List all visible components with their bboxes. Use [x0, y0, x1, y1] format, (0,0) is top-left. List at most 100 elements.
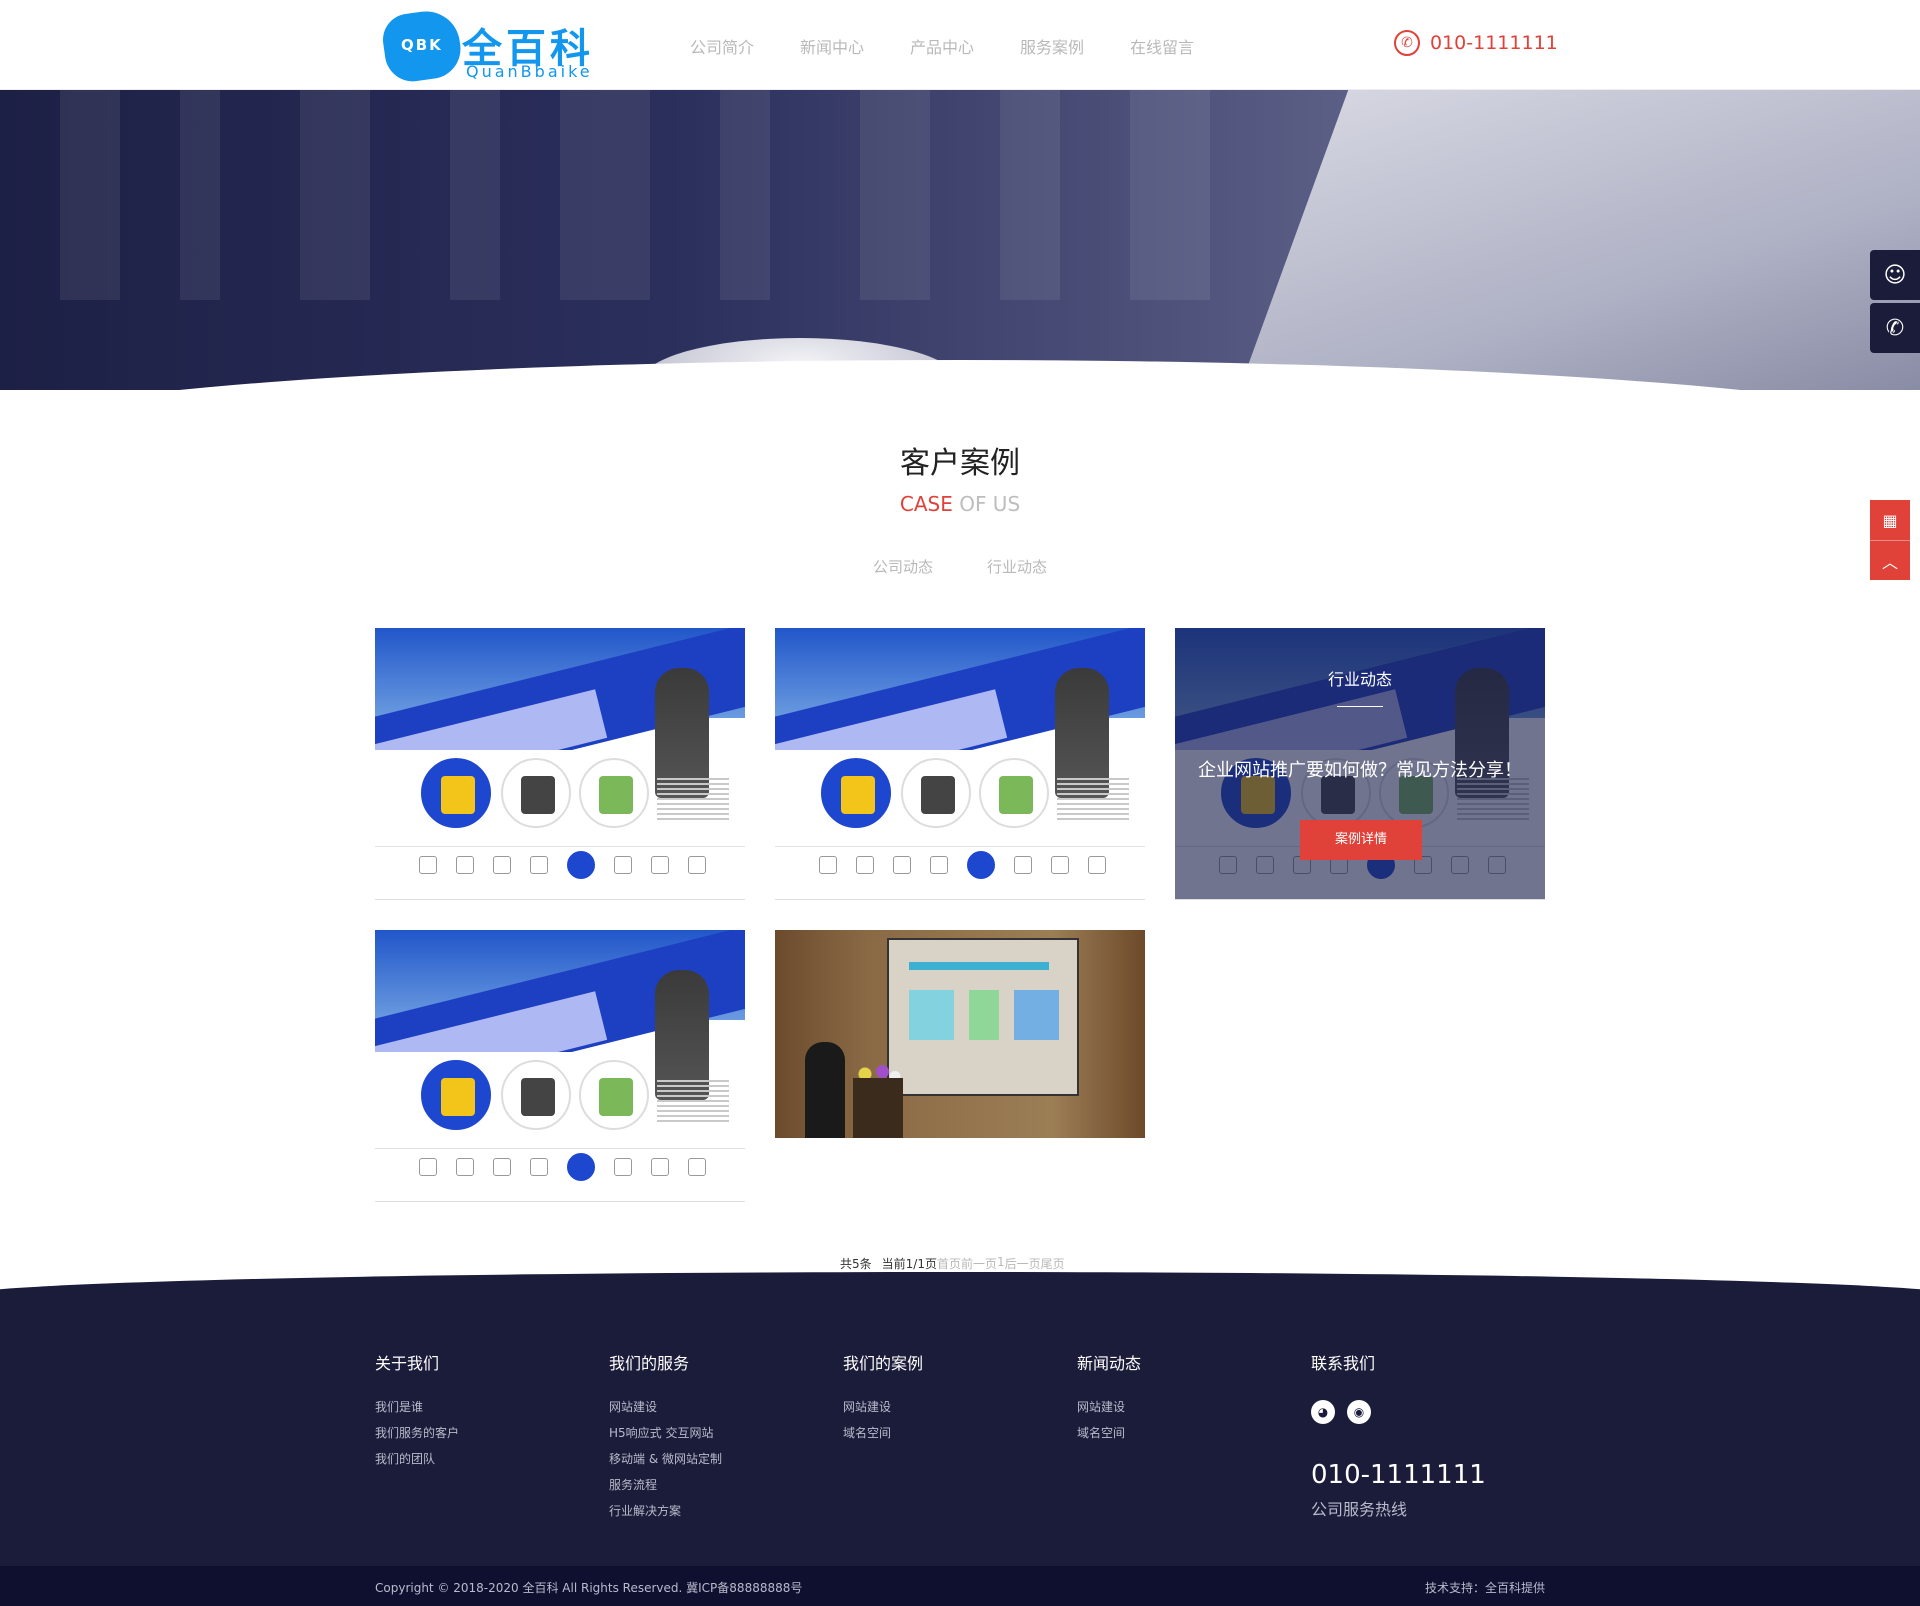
thumb-shape [614, 856, 632, 874]
phone-icon: ✆ [1394, 30, 1420, 56]
thumb-shape [375, 846, 745, 847]
section-title: 客户案例 [900, 446, 1020, 481]
footer-link[interactable]: 我们的团队 [375, 1452, 459, 1467]
overlay-divider [1337, 706, 1383, 707]
thumb-shape [421, 1060, 491, 1130]
banner-shape [300, 90, 370, 300]
thumb-shape [999, 776, 1033, 814]
photo-shape [909, 990, 1059, 1040]
footer-column-about: 关于我们 我们是谁 我们服务的客户 我们的团队 [375, 1350, 459, 1478]
thumb-shape [651, 856, 669, 874]
footer-link[interactable]: 移动端 & 微网站定制 [609, 1452, 722, 1467]
footer-link[interactable]: 我们服务的客户 [375, 1426, 459, 1441]
thumb-shape [688, 1158, 706, 1176]
pagination-current: 当前1/1页 [881, 1257, 937, 1271]
footer-column-title: 我们的服务 [609, 1354, 690, 1373]
thumb-shape [841, 776, 875, 814]
thumb-shape [493, 856, 511, 874]
wechat-icon[interactable]: ◕ [1311, 1400, 1335, 1424]
pagination-prev[interactable]: 前一页 [961, 1255, 997, 1272]
nav-item-about[interactable]: 公司简介 [690, 34, 800, 58]
thumb-shape [521, 1078, 555, 1116]
thumb-shape [599, 1078, 633, 1116]
thumb-shape [599, 776, 633, 814]
banner [0, 90, 1920, 390]
thumb-shape [657, 1080, 729, 1124]
case-card[interactable] [775, 628, 1145, 900]
thumb-shape [651, 1158, 669, 1176]
pagination-first[interactable]: 首页 [937, 1255, 961, 1272]
thumb-shape [856, 856, 874, 874]
footer-link[interactable]: 网站建设 [1077, 1400, 1141, 1415]
footer-bottom-bar: Copyright © 2018-2020 全百科 All Rights Res… [0, 1566, 1920, 1606]
footer: 关于我们 我们是谁 我们服务的客户 我们的团队 我们的服务 网站建设 H5响应式… [0, 1290, 1920, 1566]
pagination-total: 共5条 [840, 1257, 872, 1271]
footer-link[interactable]: 域名空间 [1077, 1426, 1141, 1441]
thumb-shape [501, 1060, 571, 1130]
footer-link[interactable]: 服务流程 [609, 1478, 722, 1493]
tab-industry-news[interactable]: 行业动态 [987, 556, 1047, 577]
case-category: 行业动态 [1327, 670, 1392, 689]
nav-item-news[interactable]: 新闻中心 [800, 34, 910, 58]
footer-link[interactable]: H5响应式 交互网站 [609, 1426, 722, 1441]
footer-link[interactable]: 域名空间 [843, 1426, 923, 1441]
logo-badge: QBK [379, 7, 465, 85]
nav-item-products[interactable]: 产品中心 [910, 34, 1020, 58]
thumb-shape [493, 1158, 511, 1176]
pagination-next[interactable]: 后一页 [1005, 1255, 1041, 1272]
footer-link[interactable]: 我们是谁 [375, 1400, 459, 1415]
weibo-icon[interactable]: ◉ [1347, 1400, 1371, 1424]
footer-column-title: 新闻动态 [1077, 1354, 1142, 1373]
pagination: 共5条 当前1/1页 首页 前一页 1 后一页 尾页 [840, 1255, 1065, 1272]
banner-shape [60, 90, 120, 300]
photo-shape [887, 938, 1079, 1096]
phone-float-icon[interactable]: ✆ [1870, 303, 1920, 353]
case-card[interactable] [375, 628, 745, 900]
thumb-shape [419, 856, 437, 874]
thumb-shape [657, 778, 729, 822]
header-phone: ✆ 010-1111111 [1394, 30, 1558, 56]
thumb-shape [421, 758, 491, 828]
thumb-shape [901, 758, 971, 828]
thumb-shape [579, 1060, 649, 1130]
thumb-shape [441, 1078, 475, 1116]
photo-shape [805, 1042, 845, 1138]
case-thumbnail [775, 628, 1145, 899]
case-detail-button[interactable]: 案例详情 [1300, 820, 1422, 860]
qq-icon[interactable]: ☺ [1870, 250, 1920, 300]
pagination-last[interactable]: 尾页 [1041, 1255, 1065, 1272]
subtitle-grey: OF US [952, 492, 1021, 516]
footer-link[interactable]: 网站建设 [843, 1400, 923, 1415]
case-card[interactable] [775, 930, 1145, 1138]
thumb-shape [614, 1158, 632, 1176]
banner-shape [720, 90, 770, 300]
footer-column-title: 联系我们 [1311, 1354, 1376, 1373]
footer-link[interactable]: 行业解决方案 [609, 1504, 722, 1519]
banner-shape [860, 90, 930, 300]
footer-link[interactable]: 网站建设 [609, 1400, 722, 1415]
footer-column-cases: 我们的案例 网站建设 域名空间 [843, 1350, 923, 1452]
thumb-shape [521, 776, 555, 814]
footer-phone-label: 公司服务热线 [1311, 1500, 1408, 1519]
thumb-shape [419, 1153, 706, 1181]
pagination-page[interactable]: 1 [997, 1255, 1005, 1272]
nav-item-message[interactable]: 在线留言 [1130, 34, 1240, 58]
thumb-shape [1088, 856, 1106, 874]
case-card-hover[interactable]: 行业动态 企业网站推广要如何做？常见方法分享！ 案例详情 [1175, 628, 1545, 900]
banner-shape [180, 90, 220, 300]
thumb-shape [441, 776, 475, 814]
tab-company-news[interactable]: 公司动态 [873, 556, 933, 577]
thumb-shape [819, 856, 837, 874]
social-icons: ◕ ◉ [1311, 1400, 1486, 1424]
thumb-shape [530, 856, 548, 874]
nav-item-cases[interactable]: 服务案例 [1020, 34, 1130, 58]
case-thumbnail [375, 628, 745, 899]
banner-shape [1130, 90, 1210, 300]
case-card[interactable] [375, 930, 745, 1202]
photo-shape [853, 1078, 903, 1138]
thumb-shape [967, 851, 995, 879]
logo[interactable]: QBK 全百科 QuanBbaike [379, 7, 604, 85]
thumb-shape [893, 856, 911, 874]
case-title[interactable]: 企业网站推广要如何做？常见方法分享！ [1175, 756, 1545, 782]
section-subtitle: CASE OF US [0, 492, 1920, 516]
